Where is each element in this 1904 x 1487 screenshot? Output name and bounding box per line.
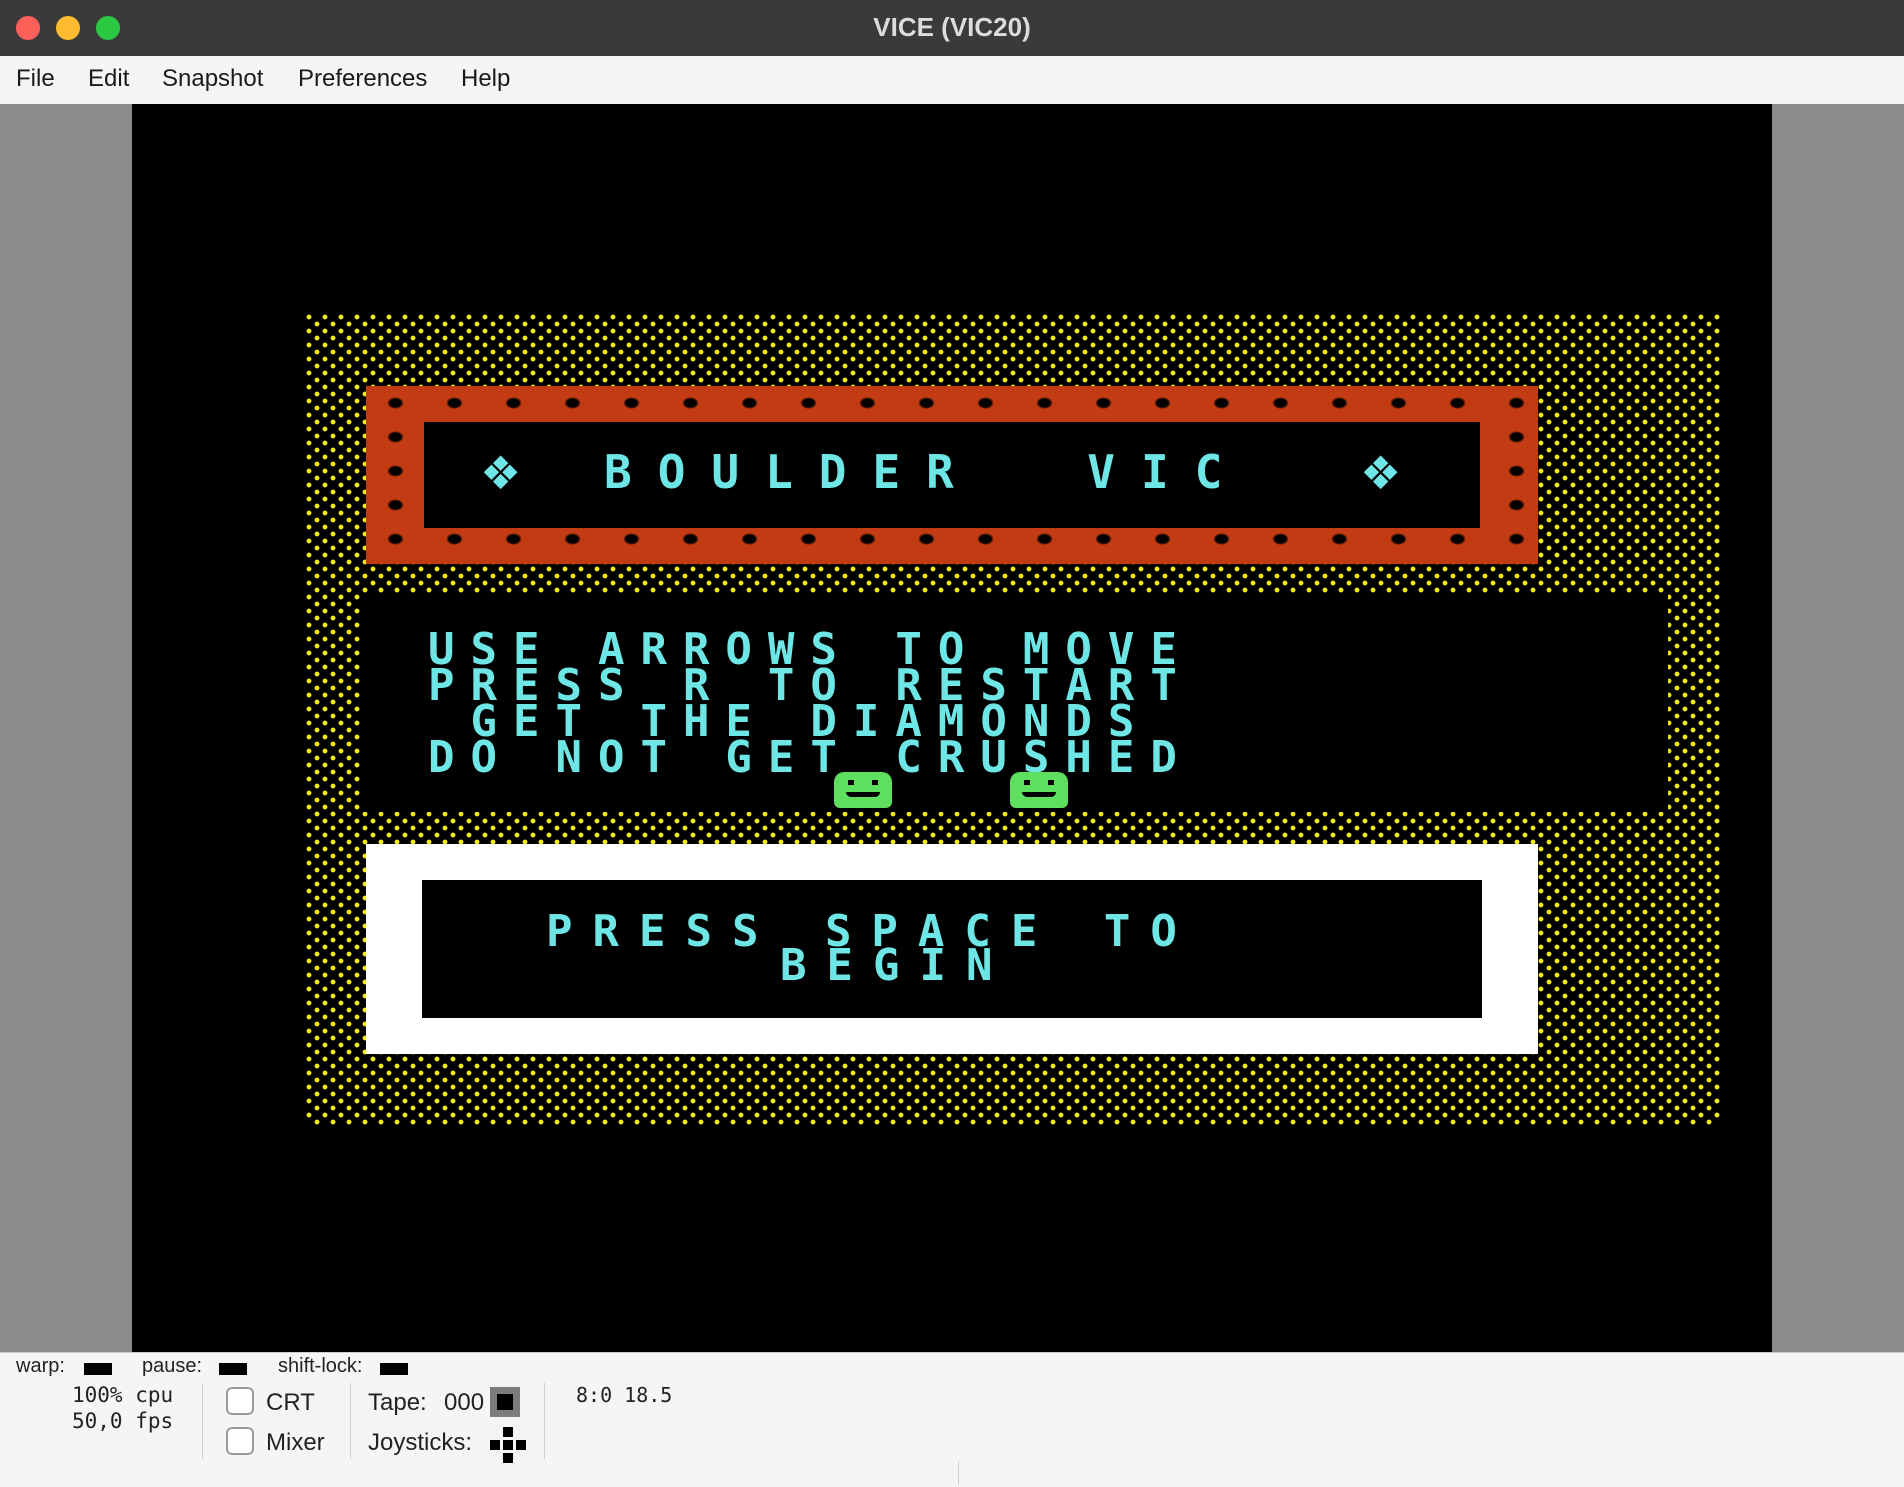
instruction-line: DO NOT GET CRUSHED (428, 732, 1193, 783)
shift-lock-indicator[interactable] (380, 1363, 408, 1375)
warp-label: warp: (16, 1355, 65, 1377)
emulator-screen[interactable]: ❖ ❖ BOULDER VIC USE ARROWS TO MOVE PRESS… (132, 104, 1772, 1352)
tape-label: Tape: (368, 1389, 427, 1416)
pause-label: pause: (142, 1355, 203, 1377)
menu-file[interactable]: File (16, 65, 55, 93)
separator (544, 1383, 545, 1459)
player-face-icon (834, 772, 892, 808)
emulator-viewport: ❖ ❖ BOULDER VIC USE ARROWS TO MOVE PRESS… (0, 104, 1904, 1352)
cpu-readout: 100% cpu (72, 1383, 174, 1407)
menu-bar: File Edit Snapshot Preferences Help (0, 56, 1904, 105)
position-readout: 8:0 18.5 (576, 1383, 673, 1407)
separator (958, 1461, 959, 1485)
tape-motor-indicator[interactable] (490, 1387, 520, 1417)
window-titlebar: VICE (VIC20) (0, 0, 1904, 56)
mixer-label: Mixer (266, 1429, 325, 1456)
tape-counter: 000 (444, 1389, 485, 1416)
diamond-icon: ❖ (1360, 446, 1402, 500)
joysticks-label: Joysticks: (368, 1429, 473, 1456)
separator (350, 1383, 351, 1459)
menu-snapshot[interactable]: Snapshot (162, 65, 263, 93)
warp-indicator[interactable] (84, 1363, 112, 1375)
diamond-icon: ❖ (480, 446, 522, 500)
menu-edit[interactable]: Edit (88, 65, 129, 93)
game-title: BOULDER VIC (604, 445, 1249, 499)
fps-readout: 50,0 fps (72, 1409, 174, 1433)
window-title: VICE (VIC20) (873, 12, 1031, 42)
status-bar: warp: pause: shift-lock: 100% cpu 50,0 f… (0, 1352, 1904, 1487)
prompt-line: BEGIN (780, 940, 1013, 991)
joystick-icon[interactable] (490, 1427, 526, 1463)
shift-lock-label: shift-lock: (278, 1355, 363, 1377)
pause-indicator[interactable] (219, 1363, 247, 1375)
menu-help[interactable]: Help (461, 65, 510, 93)
crt-label: CRT (266, 1389, 315, 1416)
player-face-icon (1010, 772, 1068, 808)
mixer-checkbox[interactable] (226, 1427, 254, 1455)
separator (202, 1383, 203, 1459)
menu-preferences[interactable]: Preferences (298, 65, 427, 93)
crt-checkbox[interactable] (226, 1387, 254, 1415)
